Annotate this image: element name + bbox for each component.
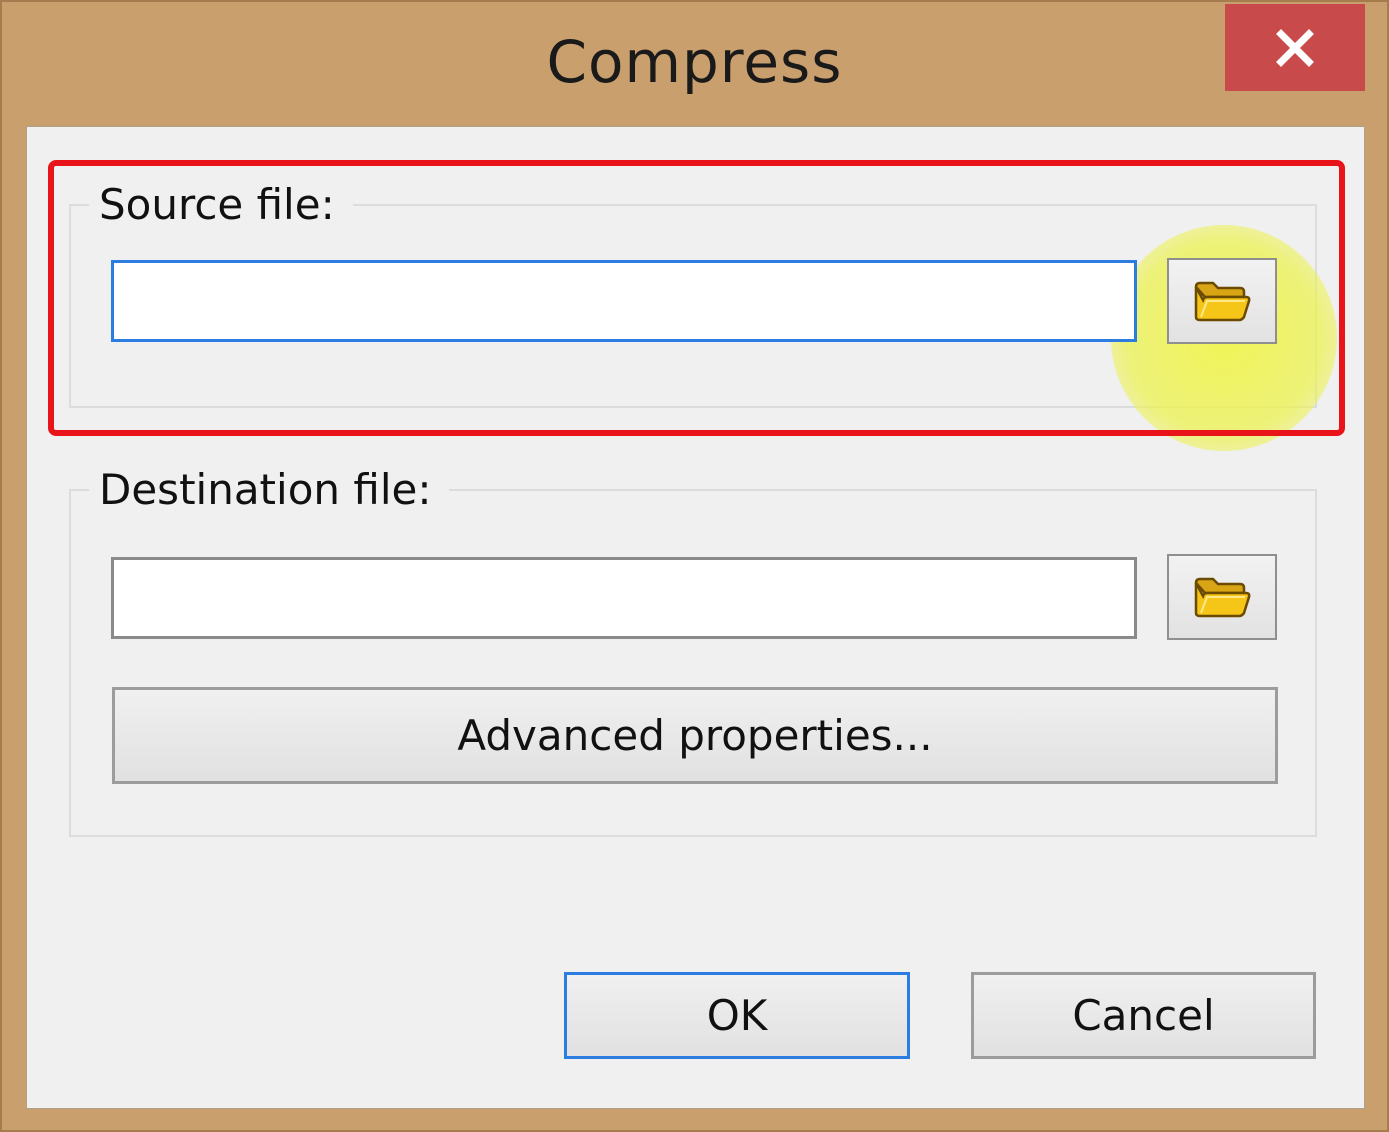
destination-file-group: Destination file: <box>69 463 1317 837</box>
title-bar[interactable]: Compress <box>2 2 1387 126</box>
close-icon <box>1276 28 1314 67</box>
folder-icon <box>1194 577 1251 618</box>
close-button[interactable] <box>1225 4 1365 91</box>
ok-label: OK <box>706 991 768 1040</box>
destination-file-label: Destination file: <box>89 463 450 517</box>
ok-button[interactable]: OK <box>564 972 910 1059</box>
cancel-button[interactable]: Cancel <box>971 972 1316 1059</box>
compress-dialog: Compress Source file: Destination file: <box>0 0 1389 1132</box>
destination-file-input[interactable] <box>114 560 1134 636</box>
annotation-highlight-box <box>48 160 1345 436</box>
advanced-properties-label: Advanced properties... <box>457 711 933 760</box>
destination-file-field[interactable] <box>111 557 1137 639</box>
cancel-label: Cancel <box>1072 991 1215 1040</box>
dialog-title: Compress <box>546 28 843 96</box>
destination-browse-button[interactable] <box>1167 554 1277 640</box>
advanced-properties-button[interactable]: Advanced properties... <box>112 687 1278 784</box>
